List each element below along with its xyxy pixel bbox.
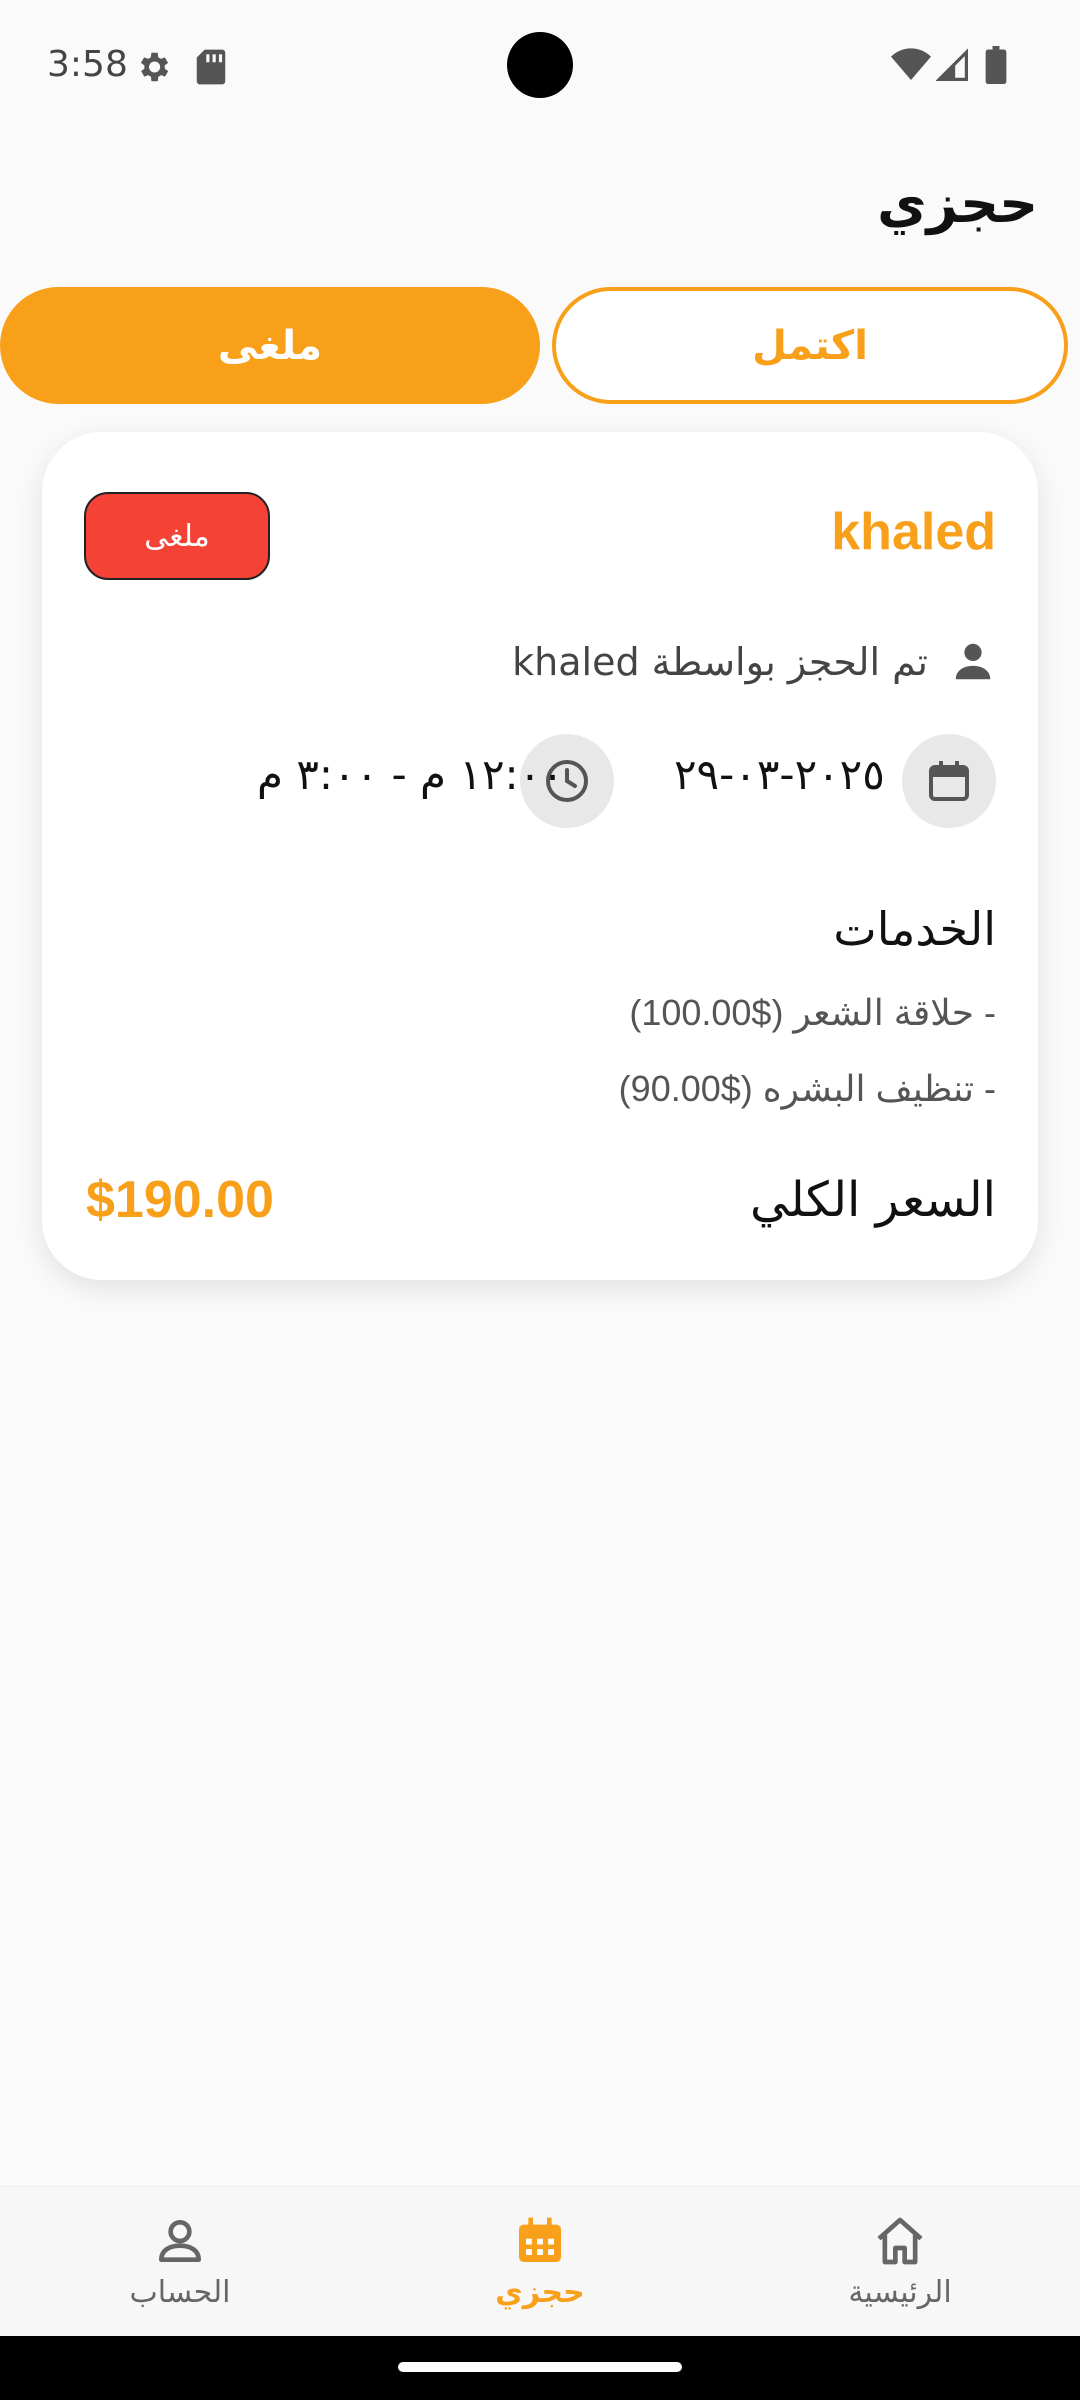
calendar-icon: [929, 761, 969, 801]
wifi-icon: [891, 48, 931, 80]
total-price-value: $190.00: [86, 1171, 274, 1229]
calendar-icon: [519, 2217, 561, 2262]
booking-time: ١٢:٠٠ م - ٣:٠٠ م: [257, 750, 564, 799]
tab-completed[interactable]: اكتمل: [552, 287, 1068, 404]
sd-card-icon: [196, 49, 226, 85]
status-time: 3:58: [47, 44, 128, 85]
nav-label-account: الحساب: [129, 2275, 231, 2310]
status-badge: ملغى: [84, 492, 270, 580]
booked-by-text: تم الحجز بواسطة khaled: [512, 640, 928, 684]
home-icon: [877, 2217, 923, 2265]
nav-label-home: الرئيسية: [848, 2275, 952, 2310]
screen: 3:58 حجزي اكتمل ملغى khaled ملغى تم الحج…: [0, 0, 1080, 2400]
nav-item-home[interactable]: الرئيسية: [790, 2213, 1010, 2323]
battery-icon: [985, 46, 1007, 84]
service-item: - تنظيف البشره ($90.00): [618, 1068, 996, 1109]
booking-card[interactable]: khaled ملغى تم الحجز بواسطة khaled ٢٠٢٥-…: [42, 432, 1038, 1280]
person-icon: [159, 2220, 202, 2262]
nav-label-bookings: حجزي: [495, 2275, 585, 2310]
booking-date: ٢٠٢٥-٠٣-٢٩: [674, 750, 885, 799]
service-item: - حلاقة الشعر ($100.00): [629, 992, 996, 1033]
calendar-icon-circle: [902, 734, 996, 828]
page-title: حجزي: [877, 172, 1038, 235]
services-heading: الخدمات: [833, 902, 996, 956]
home-gesture-pill[interactable]: [398, 2362, 682, 2372]
gear-icon: [140, 52, 169, 82]
nav-item-bookings[interactable]: حجزي: [430, 2213, 650, 2323]
bottom-nav: الرئيسية حجزي الحساب: [0, 2186, 1080, 2336]
total-price-label: السعر الكلي: [749, 1172, 996, 1228]
nav-item-account[interactable]: الحساب: [70, 2213, 290, 2323]
gesture-bar: [0, 2336, 1080, 2400]
person-icon: [955, 643, 991, 680]
camera-cutout: [507, 32, 573, 98]
booking-customer-name: khaled: [831, 503, 996, 561]
status-bar: 3:58: [0, 0, 1080, 130]
signal-icon: [936, 48, 968, 81]
booked-by-row: تم الحجز بواسطة khaled: [512, 632, 996, 692]
tab-cancelled[interactable]: ملغى: [0, 287, 540, 404]
